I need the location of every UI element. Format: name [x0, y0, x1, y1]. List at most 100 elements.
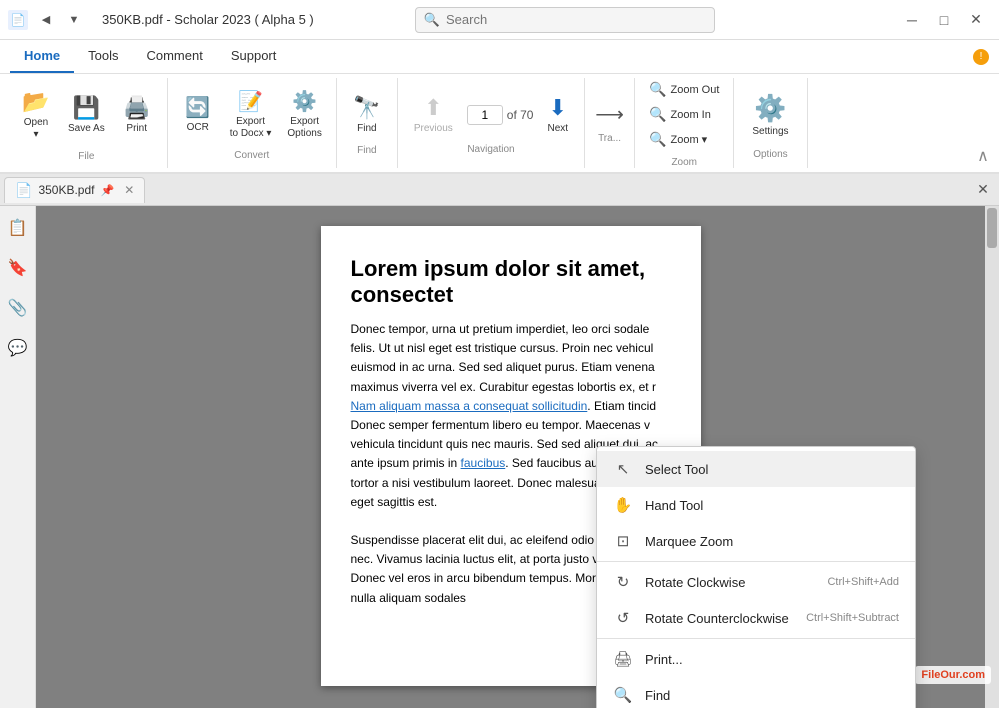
title-bar-left: 📄 ◀ ▼ 350KB.pdf - Scholar 2023 ( Alpha 5…: [8, 8, 324, 32]
title-bar-right: ─ □ ✕: [897, 5, 991, 35]
find-menu-label: Find: [645, 688, 899, 703]
zoom-custom-button[interactable]: 🔍 Zoom ▾: [643, 128, 725, 151]
app-icon: 📄: [8, 10, 28, 30]
previous-icon: ⬆: [424, 95, 442, 121]
menu-item-rotate-ccw[interactable]: ↺ Rotate Counterclockwise Ctrl+Shift+Sub…: [597, 600, 915, 636]
zoom-custom-label: Zoom ▾: [670, 133, 707, 146]
ocr-button[interactable]: 🔄 OCR: [176, 91, 220, 138]
next-icon: ⬇: [549, 95, 567, 121]
scrollbar[interactable]: [985, 206, 999, 708]
file-group-label: File: [78, 151, 94, 162]
previous-button[interactable]: ⬆ Previous: [406, 91, 461, 138]
main-area: 📋 🔖 📎 💬 Lorem ipsum dolor sit amet, cons…: [0, 206, 999, 708]
save-as-icon: 💾: [73, 95, 100, 121]
zoom-in-icon: 🔍: [649, 106, 666, 123]
tab-pin-icon[interactable]: 📌: [100, 184, 114, 197]
print-icon: 🖨️: [123, 95, 150, 121]
print-label: Print: [126, 123, 147, 135]
fwd-ctrl[interactable]: ▼: [62, 8, 86, 32]
zoom-in-button[interactable]: 🔍 Zoom In: [643, 103, 725, 126]
minimize-button[interactable]: ─: [897, 5, 927, 35]
left-sidebar: 📋 🔖 📎 💬: [0, 206, 36, 708]
settings-button[interactable]: ⚙️ Settings: [742, 87, 798, 143]
ocr-icon: 🔄: [185, 95, 210, 120]
previous-label: Previous: [414, 123, 453, 134]
options-group-items: ⚙️ Settings: [742, 87, 798, 143]
open-icon: 📂: [22, 89, 49, 115]
track-icon: ⟶: [595, 102, 624, 127]
print-menu-icon: 🖨: [613, 649, 633, 669]
settings-label: Settings: [752, 126, 788, 137]
print-menu-label: Print...: [645, 652, 899, 667]
context-menu: ↖ Select Tool ✋ Hand Tool ⊡ Marquee Zoom…: [596, 446, 916, 708]
next-label: Next: [547, 123, 568, 134]
watermark: FileOur.com: [915, 666, 991, 684]
tab-support[interactable]: Support: [217, 40, 291, 73]
sidebar-bookmarks-icon[interactable]: 🔖: [4, 254, 32, 282]
save-as-button[interactable]: 💾 Save As: [62, 91, 111, 139]
zoom-group-label: Zoom: [671, 157, 697, 168]
zoom-out-label: Zoom Out: [670, 84, 719, 96]
tab-home[interactable]: Home: [10, 40, 74, 73]
select-tool-label: Select Tool: [645, 462, 899, 477]
sidebar-pages-icon[interactable]: 📋: [4, 214, 32, 242]
doc-tab[interactable]: 📄 350KB.pdf 📌 ✕: [4, 177, 145, 203]
file-group-items: 📂 Open▾ 💾 Save As 🖨️ Print: [14, 85, 159, 145]
zoom-buttons: 🔍 Zoom Out 🔍 Zoom In 🔍 Zoom ▾: [643, 78, 725, 151]
pdf-highlight-2: faucibus: [461, 456, 506, 470]
notification-dot[interactable]: !: [973, 49, 989, 65]
sidebar-comments-icon[interactable]: 💬: [4, 334, 32, 362]
menu-separator-2: [597, 638, 915, 639]
menu-item-hand-tool[interactable]: ✋ Hand Tool: [597, 487, 915, 523]
export-options-button[interactable]: ⚙️ ExportOptions: [281, 85, 327, 144]
find-label: Find: [357, 123, 376, 135]
print-button[interactable]: 🖨️ Print: [115, 91, 159, 139]
export-options-icon: ⚙️: [292, 89, 317, 114]
export-docx-icon: 📝: [238, 89, 263, 114]
rotate-cw-shortcut: Ctrl+Shift+Add: [827, 576, 899, 588]
scrollbar-thumb[interactable]: [987, 208, 997, 248]
tab-comment[interactable]: Comment: [132, 40, 216, 73]
menu-item-rotate-cw[interactable]: ↻ Rotate Clockwise Ctrl+Shift+Add: [597, 564, 915, 600]
zoom-group: 🔍 Zoom Out 🔍 Zoom In 🔍 Zoom ▾ Zoom: [635, 78, 734, 168]
page-total: of 70: [507, 108, 534, 122]
close-button[interactable]: ✕: [961, 5, 991, 35]
sidebar-attachments-icon[interactable]: 📎: [4, 294, 32, 322]
page-indicator: of 70: [467, 105, 534, 125]
menu-item-find[interactable]: 🔍 Find: [597, 677, 915, 708]
zoom-group-items: 🔍 Zoom Out 🔍 Zoom In 🔍 Zoom ▾: [643, 78, 725, 151]
track-group-label: Tra...: [598, 133, 621, 144]
page-number-input[interactable]: [467, 105, 503, 125]
open-button[interactable]: 📂 Open▾: [14, 85, 58, 145]
menu-item-marquee-zoom[interactable]: ⊡ Marquee Zoom: [597, 523, 915, 559]
save-as-label: Save As: [68, 123, 105, 135]
search-input[interactable]: [446, 12, 706, 27]
menu-item-print[interactable]: 🖨 Print...: [597, 641, 915, 677]
tab-tools[interactable]: Tools: [74, 40, 132, 73]
export-to-docx-button[interactable]: 📝 Exportto Docx ▾: [224, 85, 278, 144]
find-button[interactable]: 🔭 Find: [345, 91, 389, 139]
maximize-button[interactable]: □: [929, 5, 959, 35]
next-button[interactable]: ⬇ Next: [539, 91, 576, 138]
search-bar[interactable]: 🔍: [415, 7, 715, 33]
track-group: ⟶ Tra...: [585, 78, 635, 168]
pdf-area: Lorem ipsum dolor sit amet, consectet Do…: [36, 206, 985, 708]
tab-bar: 📄 350KB.pdf 📌 ✕ ✕: [0, 174, 999, 206]
rotate-cw-label: Rotate Clockwise: [645, 575, 815, 590]
collapse-ribbon-button[interactable]: ∧: [973, 146, 993, 166]
navigation-group: ⬆ Previous of 70 ⬇ Next Navigation: [398, 78, 585, 168]
tab-doc-icon: 📄: [15, 182, 32, 199]
menu-item-select-tool[interactable]: ↖ Select Tool: [597, 451, 915, 487]
file-group: 📂 Open▾ 💾 Save As 🖨️ Print File: [6, 78, 168, 168]
back-ctrl[interactable]: ◀: [34, 8, 58, 32]
options-group-label: Options: [753, 149, 787, 160]
rotate-ccw-label: Rotate Counterclockwise: [645, 611, 794, 626]
settings-icon: ⚙️: [754, 93, 786, 124]
zoom-out-button[interactable]: 🔍 Zoom Out: [643, 78, 725, 101]
hand-tool-icon: ✋: [613, 495, 633, 515]
nav-group-label: Navigation: [467, 144, 514, 155]
rotate-ccw-icon: ↺: [613, 608, 633, 628]
tab-close-icon[interactable]: ✕: [124, 183, 134, 197]
convert-group-label: Convert: [234, 150, 269, 161]
tab-panel-close-button[interactable]: ✕: [971, 178, 995, 202]
